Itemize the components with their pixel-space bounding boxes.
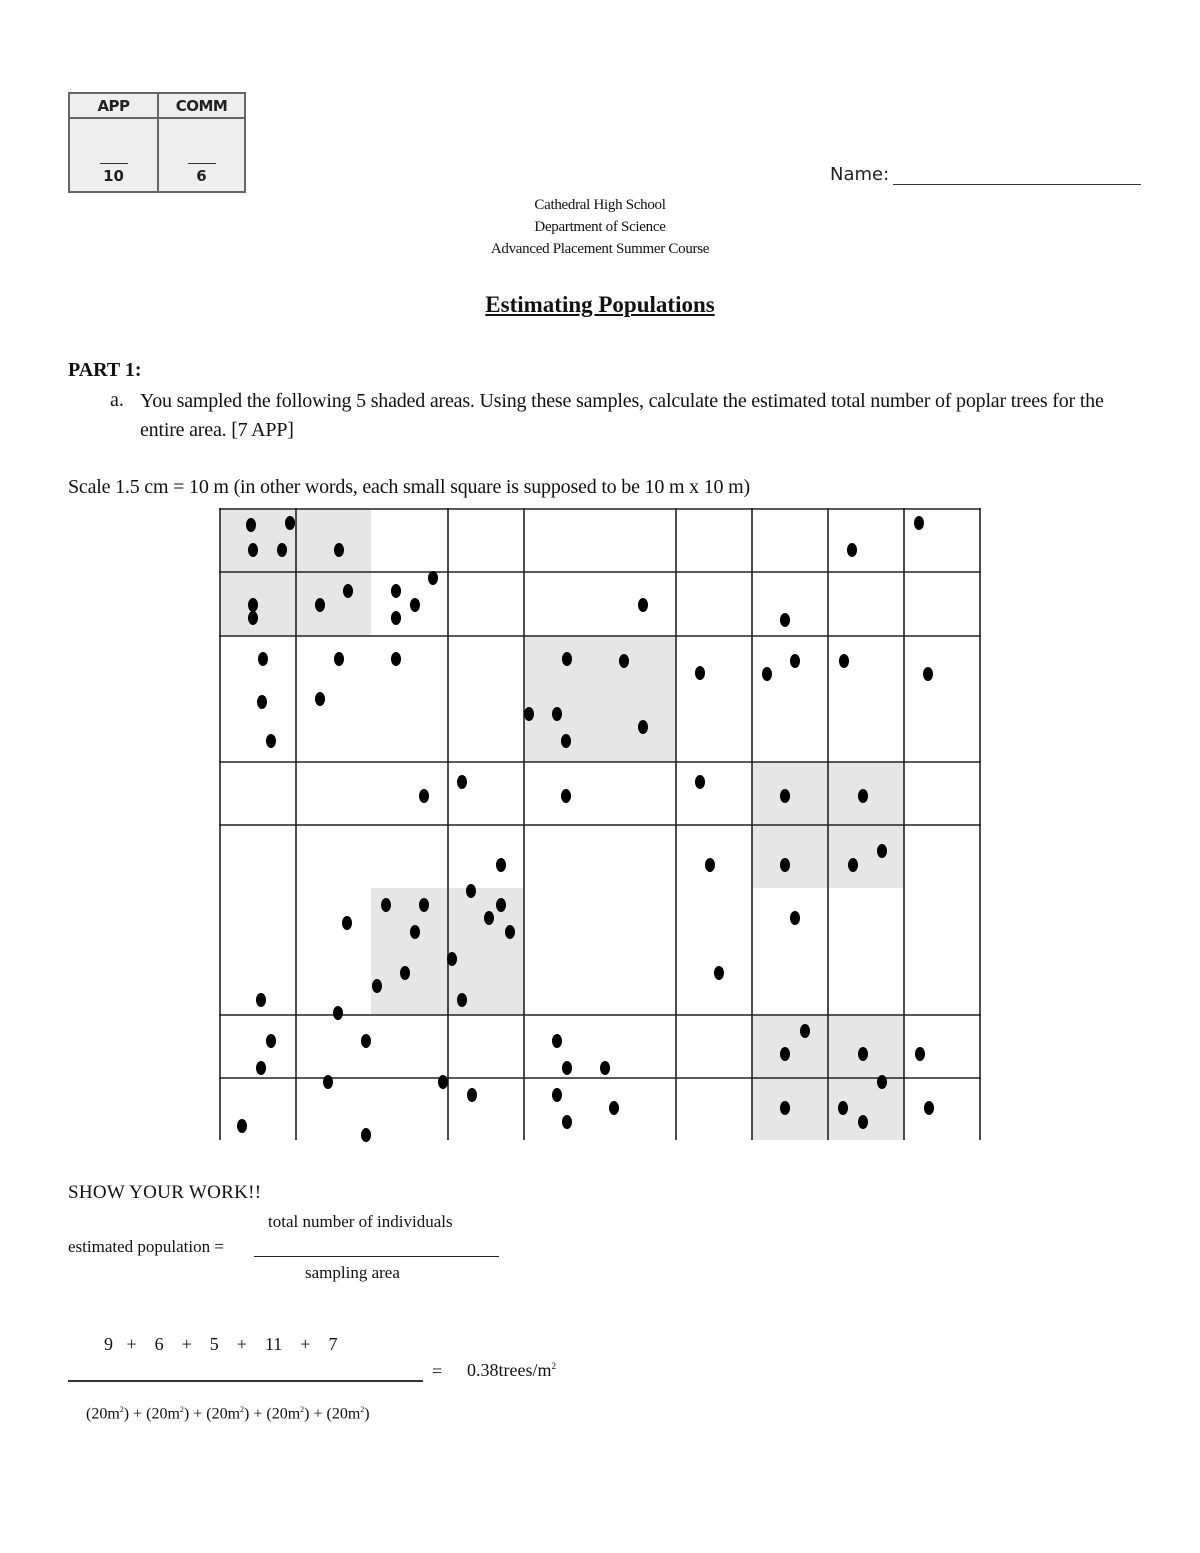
- tree-dot: [266, 734, 276, 748]
- tree-dot: [705, 858, 715, 872]
- tree-dot: [562, 652, 572, 666]
- tree-dot: [923, 667, 933, 681]
- tree-dot: [343, 584, 353, 598]
- tree-dot: [342, 916, 352, 930]
- tree-dot: [248, 598, 258, 612]
- tree-dot: [372, 979, 382, 993]
- tree-dot: [638, 598, 648, 612]
- tree-dot: [400, 966, 410, 980]
- tree-dot: [561, 734, 571, 748]
- formula-fraction-bar: [254, 1256, 499, 1257]
- tree-dot: [246, 518, 256, 532]
- tree-dot: [552, 1088, 562, 1102]
- tree-dot: [858, 1115, 868, 1129]
- tree-dot: [848, 858, 858, 872]
- calc-result: 0.38trees/m2: [467, 1360, 556, 1380]
- tree-dot: [714, 966, 724, 980]
- tree-dot: [790, 654, 800, 668]
- formula-numerator: total number of individuals: [268, 1212, 453, 1231]
- tree-dot: [780, 858, 790, 872]
- tree-dot: [323, 1075, 333, 1089]
- tree-dot: [780, 1047, 790, 1061]
- tree-dot: [619, 654, 629, 668]
- tree-dot: [410, 925, 420, 939]
- tree-dot: [562, 1061, 572, 1075]
- tree-dot: [780, 1101, 790, 1115]
- tree-dot: [877, 1075, 887, 1089]
- tree-dot: [457, 993, 467, 1007]
- tree-dot: [391, 611, 401, 625]
- tree-dot: [361, 1034, 371, 1048]
- tree-dot: [466, 884, 476, 898]
- tree-dot: [315, 598, 325, 612]
- tree-dot: [877, 844, 887, 858]
- tree-dot: [914, 516, 924, 530]
- tree-dot: [762, 667, 772, 681]
- shaded-sample-area: [524, 636, 676, 762]
- tree-dot: [277, 543, 287, 557]
- tree-dot: [800, 1024, 810, 1038]
- tree-dot: [381, 898, 391, 912]
- tree-dot: [562, 1115, 572, 1129]
- calc-denominator: (20m2) + (20m2) + (20m2) + (20m2) + (20m…: [86, 1405, 370, 1423]
- tree-dot: [552, 1034, 562, 1048]
- tree-dot: [257, 695, 267, 709]
- tree-dot: [237, 1119, 247, 1133]
- tree-dot: [410, 598, 420, 612]
- formula-lhs: estimated population =: [68, 1237, 224, 1256]
- tree-dot: [695, 666, 705, 680]
- tree-dot: [496, 898, 506, 912]
- tree-dot: [858, 789, 868, 803]
- tree-dot: [334, 543, 344, 557]
- tree-dot: [285, 516, 295, 530]
- tree-dot: [695, 775, 705, 789]
- tree-dot: [391, 584, 401, 598]
- calc-equals: =: [432, 1361, 443, 1381]
- tree-dot: [505, 925, 515, 939]
- tree-dot: [315, 692, 325, 706]
- tree-dot: [561, 789, 571, 803]
- tree-dot: [334, 652, 344, 666]
- tree-dot: [780, 789, 790, 803]
- tree-dot: [419, 789, 429, 803]
- tree-dot: [457, 775, 467, 789]
- tree-dot: [419, 898, 429, 912]
- tree-dot: [361, 1128, 371, 1142]
- tree-dot: [915, 1047, 925, 1061]
- tree-dot: [391, 652, 401, 666]
- tree-dot: [524, 707, 534, 721]
- calc-fraction-bar: [68, 1380, 423, 1382]
- tree-dot: [847, 543, 857, 557]
- tree-dot: [258, 652, 268, 666]
- tree-dot: [248, 611, 258, 625]
- calc-numerator: 9 + 6 + 5 + 11 + 7: [104, 1334, 338, 1354]
- tree-dot: [790, 911, 800, 925]
- tree-dot: [638, 720, 648, 734]
- tree-dot: [447, 952, 457, 966]
- tree-dot: [438, 1075, 448, 1089]
- tree-dot: [858, 1047, 868, 1061]
- tree-dot: [838, 1101, 848, 1115]
- tree-dot: [924, 1101, 934, 1115]
- tree-dot: [600, 1061, 610, 1075]
- tree-dot: [609, 1101, 619, 1115]
- tree-dot: [839, 654, 849, 668]
- tree-dot: [780, 613, 790, 627]
- tree-dot: [256, 993, 266, 1007]
- sampling-grid: [219, 508, 981, 1142]
- tree-dot: [266, 1034, 276, 1048]
- tree-dot: [467, 1088, 477, 1102]
- show-work-heading: SHOW YOUR WORK!!: [68, 1182, 262, 1203]
- tree-dot: [428, 571, 438, 585]
- tree-dot: [552, 707, 562, 721]
- tree-dot: [484, 911, 494, 925]
- tree-dot: [496, 858, 506, 872]
- tree-dot: [256, 1061, 266, 1075]
- formula-denominator: sampling area: [305, 1263, 400, 1282]
- tree-dot: [333, 1006, 343, 1020]
- tree-dot: [248, 543, 258, 557]
